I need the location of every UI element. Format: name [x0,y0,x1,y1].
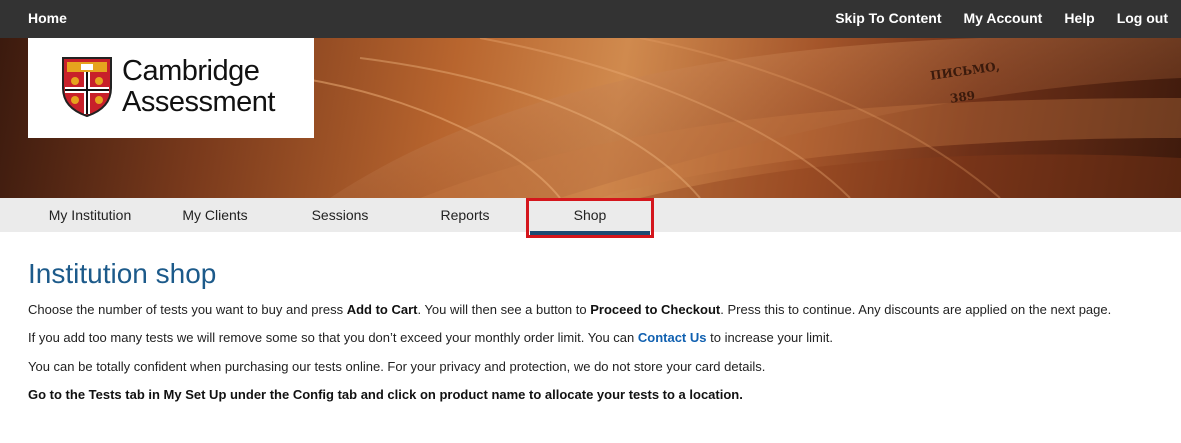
tab-reports[interactable]: Reports [415,198,515,232]
logo-line-1: Cambridge [122,55,260,87]
paragraph-4: Go to the Tests tab in My Set Up under t… [28,387,743,402]
p1-text-c: . You will then see a button to [417,302,591,317]
crest-icon [62,57,112,118]
p1-text-a: Choose the number of tests you want to b… [28,302,347,317]
tab-my-clients[interactable]: My Clients [160,198,270,232]
logo-text: Cambridge Assessment [122,56,275,118]
top-bar: Home Skip To Content My Account Help Log… [0,0,1181,38]
contact-us-link[interactable]: Contact Us [638,330,707,345]
paragraph-2: If you add too many tests we will remove… [28,330,833,345]
tab-sessions[interactable]: Sessions [290,198,390,232]
p1-text-e: . Press this to continue. Any discounts … [720,302,1112,317]
paragraph-1: Choose the number of tests you want to b… [28,302,1111,317]
p2-text-a: If you add too many tests we will remove… [28,330,638,345]
shop-tab-highlight [526,198,654,238]
p2-text-b: to increase your limit. [706,330,833,345]
add-to-cart-text: Add to Cart [346,302,418,317]
skip-to-content-link[interactable]: Skip To Content [835,10,941,26]
my-account-link[interactable]: My Account [964,10,1043,26]
main-content: Institution shop Choose the number of te… [28,256,1158,402]
help-link[interactable]: Help [1064,10,1094,26]
log-out-link[interactable]: Log out [1117,10,1168,26]
top-right-links: Skip To Content My Account Help Log out [835,10,1168,26]
home-link[interactable]: Home [28,10,67,26]
tab-my-institution[interactable]: My Institution [30,198,150,232]
cambridge-assessment-logo[interactable]: Cambridge Assessment [28,38,314,138]
proceed-to-checkout-text: Proceed to Checkout [590,302,721,317]
paragraph-3: You can be totally confident when purcha… [28,359,766,374]
page-title: Institution shop [28,258,217,289]
logo-line-2: Assessment [122,86,275,118]
